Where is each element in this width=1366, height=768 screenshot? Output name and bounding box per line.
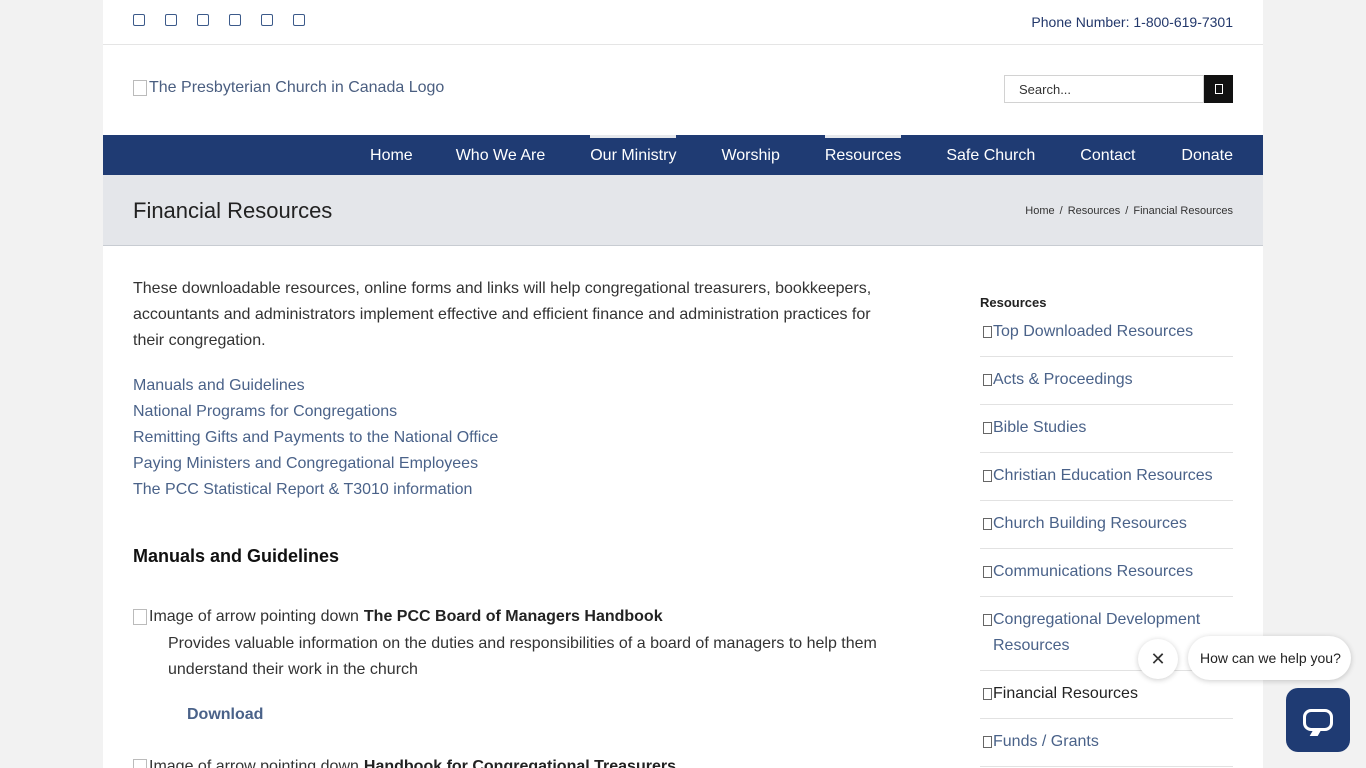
sidebar-item[interactable]: Bible Studies bbox=[980, 405, 1233, 453]
sidebar-item-label: Communications Resources bbox=[993, 563, 1194, 580]
resource-title-row: Image of arrow pointing down The PCC Boa… bbox=[133, 608, 663, 626]
breadcrumb-current: Financial Resources bbox=[1133, 205, 1233, 217]
intro-text: These downloadable resources, online for… bbox=[133, 280, 872, 349]
chat-launcher-button[interactable] bbox=[1286, 688, 1350, 752]
broken-image-icon bbox=[133, 759, 147, 768]
social-links bbox=[133, 14, 325, 26]
bullet-icon bbox=[983, 326, 992, 338]
page: Phone Number: 1-800-619-7301 The Presbyt… bbox=[103, 0, 1263, 768]
sidebar-item-label: Financial Resources bbox=[993, 685, 1138, 702]
instagram-icon[interactable] bbox=[197, 14, 209, 26]
breadcrumb-resources[interactable]: Resources bbox=[1068, 205, 1121, 217]
resource-description: Provides valuable information on the dut… bbox=[168, 635, 877, 678]
nav-item-worship[interactable]: Worship bbox=[721, 135, 779, 175]
search-icon bbox=[1214, 84, 1223, 94]
sidebar-item-label: Christian Education Resources bbox=[993, 467, 1213, 484]
breadcrumb-home[interactable]: Home bbox=[1025, 205, 1054, 217]
nav-item-home[interactable]: Home bbox=[370, 135, 413, 175]
bullet-icon bbox=[983, 422, 992, 434]
search-form bbox=[1004, 75, 1233, 103]
email-icon[interactable] bbox=[293, 14, 305, 26]
section-heading: Manuals and Guidelines bbox=[133, 546, 340, 566]
resource-title: The PCC Board of Managers Handbook bbox=[363, 608, 663, 625]
breadcrumb: Home / Resources / Financial Resources bbox=[1025, 205, 1233, 217]
toc-link[interactable]: Paying Ministers and Congregational Empl… bbox=[133, 451, 498, 477]
flickr-icon[interactable] bbox=[261, 14, 273, 26]
bullet-icon bbox=[983, 614, 992, 626]
sidebar-item-label: Church Building Resources bbox=[993, 515, 1187, 532]
site-logo[interactable]: The Presbyterian Church in Canada Logo bbox=[133, 79, 444, 97]
main-nav: Home Who We Are Our Ministry Worship Res… bbox=[103, 135, 1263, 175]
sidebar-item[interactable]: Christian Education Resources bbox=[980, 453, 1233, 501]
resource-title: Handbook for Congregational Treasurers bbox=[363, 758, 676, 768]
sidebar-item[interactable]: Church Building Resources bbox=[980, 501, 1233, 549]
youtube-icon[interactable] bbox=[229, 14, 241, 26]
toc-link[interactable]: Manuals and Guidelines bbox=[133, 373, 498, 399]
page-title: Financial Resources bbox=[133, 198, 333, 223]
image-alt-text: Image of arrow pointing down bbox=[149, 608, 359, 625]
chat-icon bbox=[1303, 709, 1333, 731]
bullet-icon bbox=[983, 736, 992, 748]
sidebar-item-current[interactable]: Financial Resources bbox=[980, 671, 1233, 719]
search-input[interactable] bbox=[1004, 75, 1204, 103]
sidebar-item-label: Funds / Grants bbox=[993, 733, 1099, 750]
toc-link[interactable]: Remitting Gifts and Payments to the Nati… bbox=[133, 425, 498, 451]
chat-prompt-bubble[interactable]: How can we help you? bbox=[1188, 636, 1351, 680]
nav-item-safe-church[interactable]: Safe Church bbox=[946, 135, 1035, 175]
toc-link[interactable]: The PCC Statistical Report & T3010 infor… bbox=[133, 477, 498, 503]
sidebar-menu: Top Downloaded Resources Acts & Proceedi… bbox=[980, 309, 1233, 767]
search-button[interactable] bbox=[1204, 75, 1233, 103]
broken-image-icon bbox=[133, 80, 147, 96]
download-link[interactable]: Download bbox=[187, 706, 263, 724]
bullet-icon bbox=[983, 518, 992, 530]
sidebar-item[interactable]: Top Downloaded Resources bbox=[980, 309, 1233, 357]
nav-item-resources[interactable]: Resources bbox=[824, 135, 902, 175]
nav-item-contact[interactable]: Contact bbox=[1080, 135, 1135, 175]
top-bar: Phone Number: 1-800-619-7301 bbox=[103, 0, 1263, 45]
nav-item-donate[interactable]: Donate bbox=[1181, 135, 1233, 175]
phone-number[interactable]: Phone Number: 1-800-619-7301 bbox=[1031, 14, 1233, 30]
chat-close-button[interactable]: ✕ bbox=[1138, 639, 1178, 679]
nav-item-who-we-are[interactable]: Who We Are bbox=[456, 135, 546, 175]
close-icon: ✕ bbox=[1150, 648, 1166, 669]
bullet-icon bbox=[983, 470, 992, 482]
logo-alt-text: The Presbyterian Church in Canada Logo bbox=[149, 79, 445, 96]
resource-title-row: Image of arrow pointing down Handbook fo… bbox=[133, 758, 676, 768]
page-title-bar: Financial Resources Home / Resources / Finan… bbox=[103, 175, 1263, 246]
bullet-icon bbox=[983, 688, 992, 700]
table-of-contents: Manuals and Guidelines National Programs… bbox=[133, 373, 498, 503]
nav-item-our-ministry[interactable]: Our Ministry bbox=[590, 135, 677, 175]
sidebar-item-label: Acts & Proceedings bbox=[993, 371, 1133, 388]
sidebar-title: Resources bbox=[980, 295, 1047, 310]
facebook-icon[interactable] bbox=[133, 14, 145, 26]
arrow-down-image: Image of arrow pointing down bbox=[133, 608, 359, 626]
sidebar-item-label: Top Downloaded Resources bbox=[993, 323, 1194, 340]
toc-link[interactable]: National Programs for Congregations bbox=[133, 399, 498, 425]
sidebar-item[interactable]: Communications Resources bbox=[980, 549, 1233, 597]
twitter-icon[interactable] bbox=[165, 14, 177, 26]
sidebar-item[interactable]: Funds / Grants bbox=[980, 719, 1233, 767]
bullet-icon bbox=[983, 374, 992, 386]
sidebar-item[interactable]: Acts & Proceedings bbox=[980, 357, 1233, 405]
broken-image-icon bbox=[133, 609, 147, 625]
image-alt-text: Image of arrow pointing down bbox=[149, 758, 359, 768]
sidebar-item-label: Bible Studies bbox=[993, 419, 1087, 436]
bullet-icon bbox=[983, 566, 992, 578]
